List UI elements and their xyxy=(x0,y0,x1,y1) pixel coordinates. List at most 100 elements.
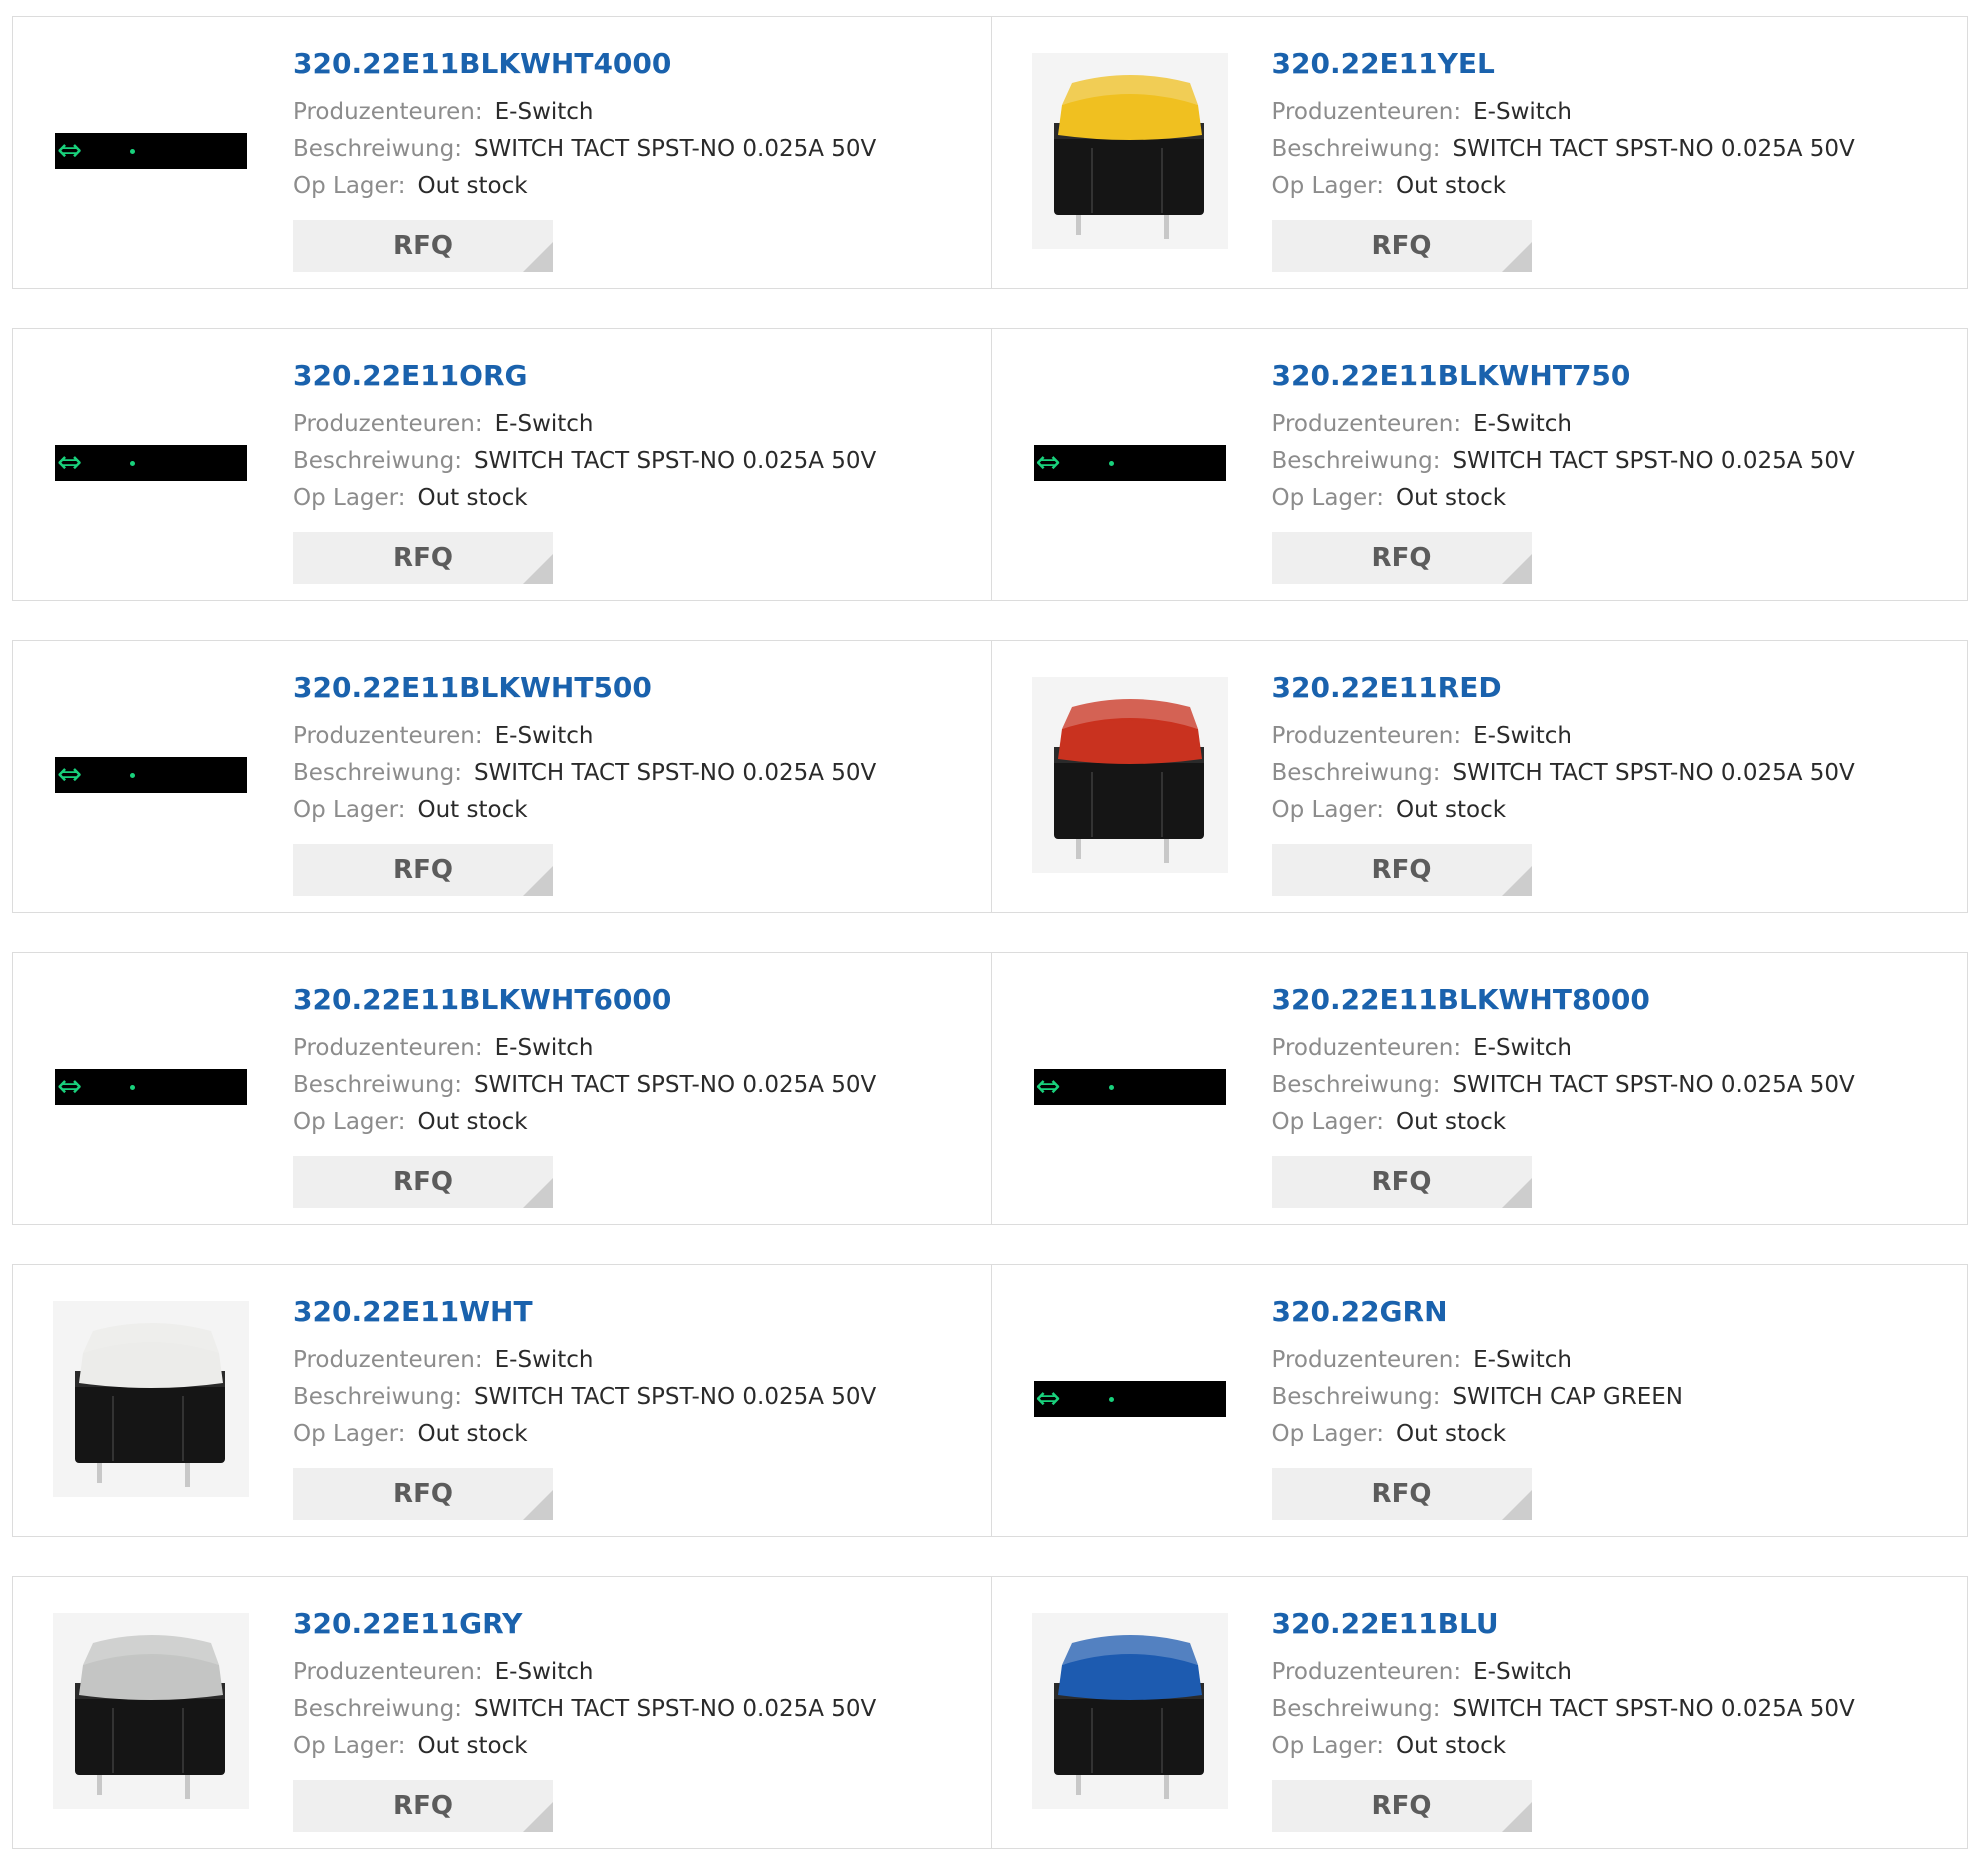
tact-switch-icon xyxy=(53,1301,249,1497)
product-title-link[interactable]: 320.22E11YEL xyxy=(1272,47,1958,80)
rfq-button-label: RFQ xyxy=(1371,1479,1432,1509)
description-value: SWITCH TACT SPST-NO 0.025A 50V xyxy=(473,448,877,474)
description-row: Beschreiwung: SWITCH TACT SPST-NO 0.025A … xyxy=(293,1067,981,1104)
product-info: 320.22GRN Produzenteuren: E-Switch Beschr… xyxy=(1271,1295,1958,1520)
product-image[interactable] xyxy=(1031,53,1228,249)
description-label: Beschreiwung: xyxy=(293,448,462,474)
product-image[interactable] xyxy=(1031,1613,1228,1809)
product-card: 320.22E11RED Produzenteuren: E-Switch Bes… xyxy=(990,641,1968,912)
manufacturer-label: Produzenteuren: xyxy=(293,1035,483,1061)
image-placeholder-icon: ⇔ xyxy=(55,757,247,793)
product-image[interactable]: ⇔ xyxy=(1032,365,1228,561)
product-image[interactable] xyxy=(53,1613,249,1809)
manufacturer-value: E-Switch xyxy=(1473,99,1573,125)
stock-label: Op Lager: xyxy=(293,1421,406,1447)
stock-value: Out stock xyxy=(417,1733,528,1759)
product-title-link[interactable]: 320.22GRN xyxy=(1272,1295,1958,1328)
rfq-button-label: RFQ xyxy=(1371,855,1432,885)
rfq-button[interactable]: RFQ xyxy=(293,844,553,896)
product-title-link[interactable]: 320.22E11GRY xyxy=(293,1607,981,1640)
product-card: ⇔ 320.22E11BLKWHT4000 Produzenteuren: E-S… xyxy=(13,17,991,288)
product-image[interactable]: ⇔ xyxy=(53,365,249,561)
manufacturer-row: Produzenteuren: E-Switch xyxy=(1272,406,1958,443)
description-row: Beschreiwung: SWITCH TACT SPST-NO 0.025A … xyxy=(293,443,981,480)
product-image[interactable]: ⇔ xyxy=(53,53,249,249)
product-image[interactable]: ⇔ xyxy=(1032,989,1228,1185)
stock-value: Out stock xyxy=(1395,1421,1507,1447)
image-placeholder-icon: ⇔ xyxy=(1033,445,1226,481)
manufacturer-row: Produzenteuren: E-Switch xyxy=(293,1030,981,1067)
product-title-link[interactable]: 320.22E11BLKWHT4000 xyxy=(293,47,981,80)
product-image[interactable] xyxy=(1031,677,1228,873)
product-info: 320.22E11BLKWHT750 Produzenteuren: E-Swit… xyxy=(1271,359,1958,584)
product-image[interactable]: ⇔ xyxy=(1032,1301,1228,1497)
corner-fold-icon xyxy=(523,242,553,272)
manufacturer-value: E-Switch xyxy=(494,1659,594,1685)
description-row: Beschreiwung: SWITCH CAP GREEN xyxy=(1272,1379,1958,1416)
rfq-button[interactable]: RFQ xyxy=(293,1780,553,1832)
rfq-button[interactable]: RFQ xyxy=(1271,532,1532,584)
product-title-link[interactable]: 320.22E11BLKWHT8000 xyxy=(1272,983,1958,1016)
product-info: 320.22E11YEL Produzenteuren: E-Switch Bes… xyxy=(1271,47,1958,272)
stock-label: Op Lager: xyxy=(1271,1421,1384,1447)
manufacturer-row: Produzenteuren: E-Switch xyxy=(293,406,981,443)
manufacturer-row: Produzenteuren: E-Switch xyxy=(293,718,981,755)
stock-label: Op Lager: xyxy=(293,797,406,823)
rfq-button[interactable]: RFQ xyxy=(293,1156,553,1208)
rfq-button[interactable]: RFQ xyxy=(1271,220,1532,272)
description-row: Beschreiwung: SWITCH TACT SPST-NO 0.025A … xyxy=(293,1379,981,1416)
rfq-button[interactable]: RFQ xyxy=(1271,1156,1532,1208)
description-label: Beschreiwung: xyxy=(1271,1072,1441,1098)
stock-value: Out stock xyxy=(1395,1733,1507,1759)
stock-label: Op Lager: xyxy=(1271,1733,1384,1759)
stock-value: Out stock xyxy=(417,1109,528,1135)
product-title-link[interactable]: 320.22E11ORG xyxy=(293,359,981,392)
description-label: Beschreiwung: xyxy=(293,136,462,162)
stock-row: Op Lager: Out stock xyxy=(1272,1104,1958,1141)
product-card: ⇔ 320.22GRN Produzenteuren: E-Switch Besc… xyxy=(990,1265,1968,1536)
rfq-button[interactable]: RFQ xyxy=(1271,1780,1532,1832)
corner-fold-icon xyxy=(1501,242,1532,272)
rfq-button[interactable]: RFQ xyxy=(293,532,553,584)
stock-row: Op Lager: Out stock xyxy=(293,792,981,829)
description-row: Beschreiwung: SWITCH TACT SPST-NO 0.025A … xyxy=(1272,1067,1958,1104)
stock-row: Op Lager: Out stock xyxy=(293,1728,981,1765)
manufacturer-label: Produzenteuren: xyxy=(1271,723,1462,749)
manufacturer-row: Produzenteuren: E-Switch xyxy=(1272,1654,1958,1691)
product-title-link[interactable]: 320.22E11BLKWHT6000 xyxy=(293,983,981,1016)
product-title-link[interactable]: 320.22E11RED xyxy=(1272,671,1958,704)
product-title-link[interactable]: 320.22E11BLKWHT750 xyxy=(1272,359,1958,392)
product-image[interactable]: ⇔ xyxy=(53,989,249,1185)
description-value: SWITCH TACT SPST-NO 0.025A 50V xyxy=(1452,1072,1855,1098)
rfq-button[interactable]: RFQ xyxy=(293,220,553,272)
description-row: Beschreiwung: SWITCH TACT SPST-NO 0.025A … xyxy=(293,1691,981,1728)
product-title-link[interactable]: 320.22E11BLU xyxy=(1272,1607,1958,1640)
manufacturer-label: Produzenteuren: xyxy=(293,723,483,749)
description-value: SWITCH TACT SPST-NO 0.025A 50V xyxy=(1452,136,1855,162)
product-title-link[interactable]: 320.22E11WHT xyxy=(293,1295,981,1328)
product-title-link[interactable]: 320.22E11BLKWHT500 xyxy=(293,671,981,704)
stock-value: Out stock xyxy=(417,1421,528,1447)
manufacturer-row: Produzenteuren: E-Switch xyxy=(1272,1342,1958,1379)
product-image[interactable] xyxy=(53,1301,249,1497)
image-placeholder-icon: ⇔ xyxy=(1033,1381,1226,1417)
rfq-button[interactable]: RFQ xyxy=(1271,1468,1532,1520)
image-placeholder-icon: ⇔ xyxy=(55,445,247,481)
rfq-button-label: RFQ xyxy=(1371,1167,1432,1197)
rfq-button[interactable]: RFQ xyxy=(1271,844,1532,896)
corner-fold-icon xyxy=(1501,866,1532,896)
product-row: ⇔ 320.22E11BLKWHT6000 Produzenteuren: E-S… xyxy=(12,952,1968,1225)
rfq-button[interactable]: RFQ xyxy=(293,1468,553,1520)
corner-fold-icon xyxy=(1501,1490,1532,1520)
manufacturer-row: Produzenteuren: E-Switch xyxy=(293,94,981,131)
corner-fold-icon xyxy=(523,1802,553,1832)
manufacturer-value: E-Switch xyxy=(494,1035,594,1061)
rfq-button-label: RFQ xyxy=(393,231,453,261)
product-info: 320.22E11WHT Produzenteuren: E-Switch Bes… xyxy=(293,1295,981,1520)
corner-fold-icon xyxy=(523,866,553,896)
stock-row: Op Lager: Out stock xyxy=(1272,792,1958,829)
description-label: Beschreiwung: xyxy=(293,1384,462,1410)
description-value: SWITCH TACT SPST-NO 0.025A 50V xyxy=(1452,1696,1855,1722)
product-image[interactable]: ⇔ xyxy=(53,677,249,873)
description-value: SWITCH TACT SPST-NO 0.025A 50V xyxy=(1452,760,1855,786)
